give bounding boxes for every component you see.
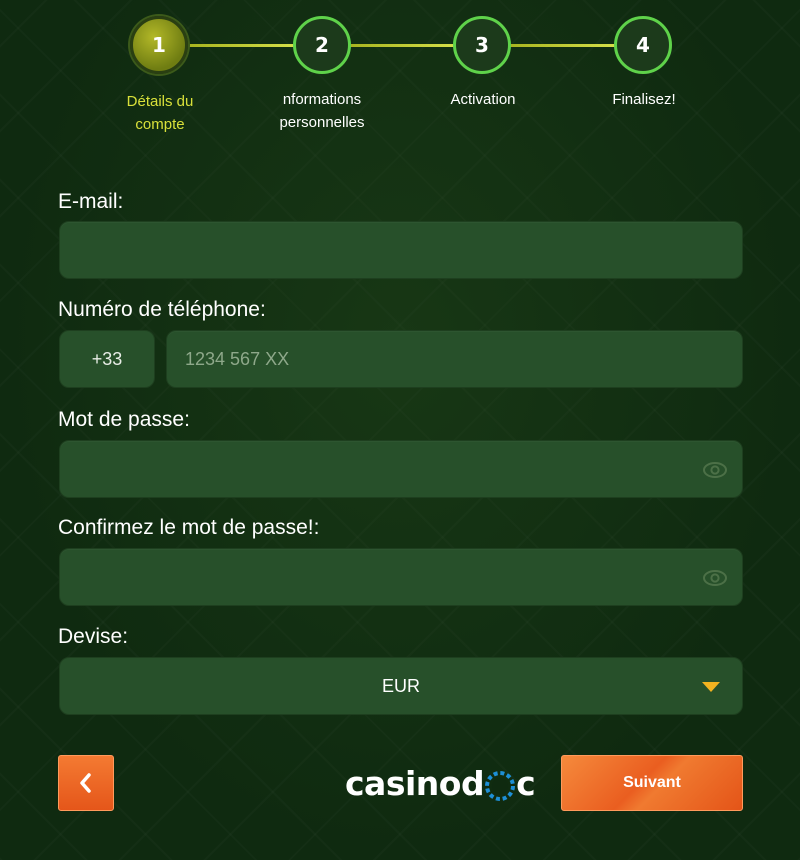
confirm-password-label: Confirmez le mot de passe!:	[58, 516, 320, 539]
email-label: E-mail:	[58, 190, 124, 213]
currency-label: Devise:	[58, 625, 129, 648]
step-3-number: 3	[475, 33, 489, 57]
logo-text-right: c	[516, 763, 536, 803]
confirm-password-field-container	[59, 548, 743, 606]
chevron-down-icon	[702, 682, 720, 692]
eye-icon[interactable]	[702, 458, 728, 482]
step-3-label-line1: Activation	[450, 91, 516, 108]
registration-stepper: 1 2 3 4 Détails du compte nformations pe…	[0, 0, 800, 150]
step-2-label-line2: personnelles	[279, 114, 365, 131]
eye-icon[interactable]	[702, 566, 728, 590]
logo-letter-d: d	[460, 763, 485, 803]
confirm-password-input[interactable]	[60, 549, 742, 605]
step-1-label: Détails du compte	[90, 90, 230, 136]
step-2-label-line1: nformations	[282, 91, 362, 108]
phone-field-container	[166, 330, 743, 388]
step-3-circle[interactable]: 3	[453, 16, 511, 74]
step-3-label: Activation	[413, 88, 553, 111]
currency-selected-value: EUR	[381, 675, 420, 696]
phone-label: Numéro de téléphone:	[58, 298, 266, 321]
logo-text-left: casino	[345, 763, 461, 803]
chevron-left-icon	[80, 773, 91, 793]
next-button-label: Suivant	[623, 774, 681, 791]
step-2-label: nformations personnelles	[252, 88, 392, 134]
currency-select[interactable]: EUR	[59, 657, 743, 715]
phone-input[interactable]	[167, 331, 742, 387]
step-4-number: 4	[636, 33, 650, 57]
step-1-circle[interactable]: 1	[130, 16, 188, 74]
casinodoc-logo: casino d c	[345, 760, 545, 806]
phone-prefix-value: +33	[91, 348, 123, 369]
password-field-container	[59, 440, 743, 498]
back-button[interactable]	[58, 755, 114, 811]
password-input[interactable]	[60, 441, 742, 497]
step-2-number: 2	[315, 33, 329, 57]
email-field[interactable]	[60, 222, 742, 278]
step-connector-3-4	[508, 44, 618, 47]
step-connector-1-2	[188, 44, 298, 47]
step-1-label-line1: Détails du	[126, 93, 194, 110]
step-1-number: 1	[152, 33, 166, 57]
email-field-container	[59, 221, 743, 279]
step-1-label-line2: compte	[135, 116, 185, 133]
step-4-label-line1: Finalisez!	[612, 91, 676, 108]
phone-prefix-select[interactable]: +33	[59, 330, 155, 388]
next-button[interactable]: Suivant	[561, 755, 743, 811]
step-2-circle[interactable]: 2	[293, 16, 351, 74]
roulette-wheel-icon	[485, 771, 516, 801]
step-connector-2-3	[348, 44, 458, 47]
step-4-label: Finalisez!	[574, 88, 714, 111]
step-4-circle[interactable]: 4	[614, 16, 672, 74]
password-label: Mot de passe:	[58, 408, 190, 431]
